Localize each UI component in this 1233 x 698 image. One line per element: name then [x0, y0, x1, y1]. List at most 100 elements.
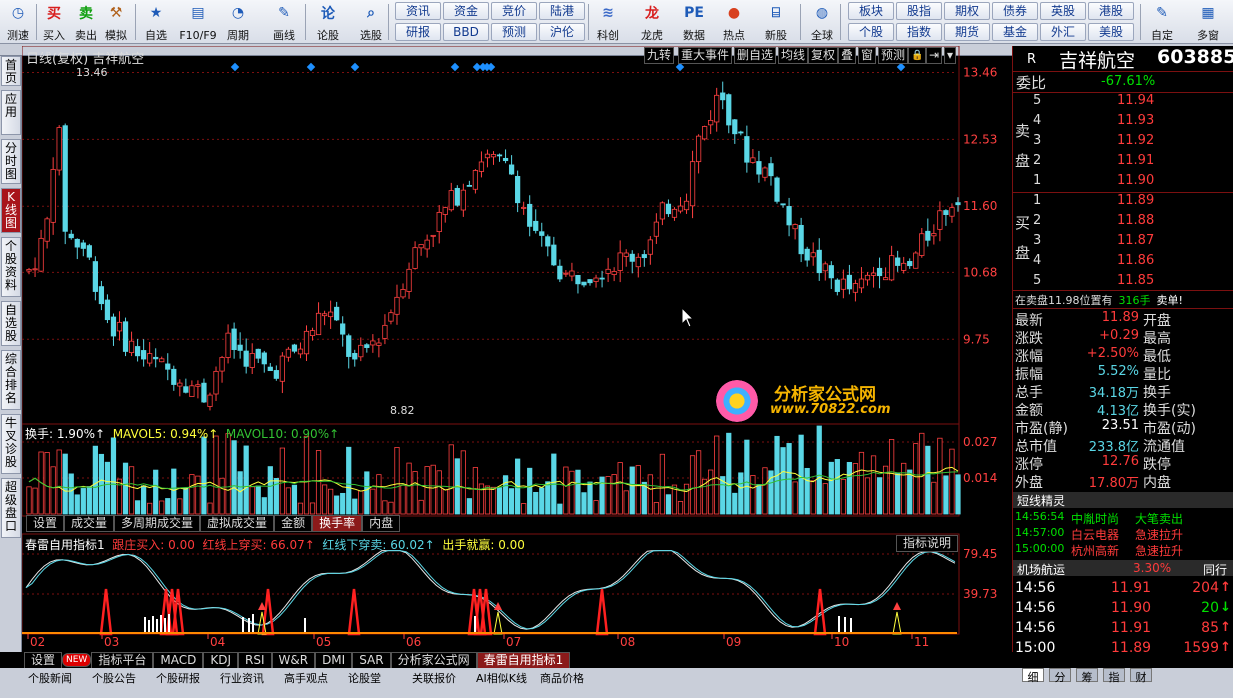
toolbar-quick-col9-0[interactable]: 英股 [1040, 2, 1086, 20]
toolbar-hammer-button[interactable]: ⚒ 模拟 [100, 2, 132, 42]
indicator-tab-10[interactable]: 春雷自用指标1 [476, 652, 571, 669]
chart-control-3[interactable]: 均线 [778, 47, 809, 64]
quote-bottom-tab-2[interactable]: 筹 [1076, 668, 1098, 684]
toolbar-quick-col4-0[interactable]: 陆港 [539, 2, 585, 20]
toolbar-quick-col4-1[interactable]: 沪伦 [539, 23, 585, 41]
kline-chart-svg[interactable]: 13.46 12.53 11.60 10.68 9.75 0.027 0.014 79.45 3… [22, 46, 1012, 652]
toolbar-pen-button[interactable]: ✎ 画线 [268, 2, 300, 42]
toolbar-quick-col6-0[interactable]: 股指 [896, 2, 942, 20]
chart-control-2[interactable]: 删自选 [734, 47, 777, 64]
short-name[interactable]: 杭州高新 [1071, 542, 1119, 559]
indicator-help-button[interactable]: 指标说明 [896, 535, 959, 552]
buy-price[interactable]: 11.88 [1117, 213, 1154, 228]
quote-bottom-tab-3[interactable]: 指 [1103, 668, 1125, 684]
sell-price[interactable]: 11.92 [1117, 133, 1154, 148]
indicator-tab-4[interactable]: KDJ [203, 652, 238, 669]
left-tab-3[interactable]: K线图 [1, 188, 21, 233]
toolbar-search-button[interactable]: ⌕ 选股 [355, 2, 387, 42]
toolbar-globe-button[interactable]: ◍ 全球 [806, 2, 838, 42]
toolbar-quick-col8-1[interactable]: 基金 [992, 23, 1038, 41]
short-name[interactable]: 白云电器 [1071, 526, 1119, 543]
kline-chart-area[interactable]: 13.46 12.53 11.60 10.68 9.75 0.027 0.014 79.45 3… [22, 46, 1012, 652]
toolbar-dragon-button[interactable]: 龙龙虎 [636, 2, 668, 42]
quote-bottom-tab-4[interactable]: 财 [1130, 668, 1152, 684]
quote-bottom-tab-0[interactable]: 细 [1022, 668, 1044, 684]
toolbar-quick-col5-0[interactable]: 板块 [848, 2, 894, 20]
sector-name[interactable]: 机场航运 [1017, 561, 1065, 578]
toolbar-clock-button[interactable]: ◷ 测速 [2, 2, 34, 42]
toolbar-f10-button[interactable]: ▤ F10/F9 [178, 2, 218, 42]
toolbar-period-button[interactable]: ◔ 周期 [222, 2, 254, 42]
left-tab-2[interactable]: 分时图 [1, 139, 21, 184]
toolbar-quick-col10-0[interactable]: 港股 [1088, 2, 1134, 20]
sector-tail[interactable]: 同行 [1203, 561, 1227, 578]
left-tab-1[interactable]: 应用 [1, 90, 21, 135]
bottom-news-tab-7[interactable]: AI相似K线 [476, 670, 527, 685]
indicator-tab-0[interactable]: 设置 [24, 652, 63, 669]
left-tab-0[interactable]: 首页 [1, 56, 21, 86]
toolbar-hot-button[interactable]: ● 热点 [718, 2, 750, 42]
toolbar-quick-col5-1[interactable]: 个股 [848, 23, 894, 41]
toolbar-buy-button[interactable]: 买买入 [38, 2, 70, 42]
exit-icon[interactable]: ⇥ [926, 47, 943, 64]
sell-price[interactable]: 11.93 [1117, 113, 1154, 128]
buy-price[interactable]: 11.86 [1117, 253, 1154, 268]
chart-control-7[interactable]: 预测 [878, 47, 909, 64]
toolbar-sell-button[interactable]: 卖卖出 [70, 2, 102, 42]
chart-control-5[interactable]: 叠 [838, 47, 857, 64]
short-name[interactable]: 中胤时尚 [1071, 510, 1119, 527]
left-tab-5[interactable]: 自选股 [1, 301, 21, 346]
toolbar-quick-col1-0[interactable]: 资讯 [395, 2, 441, 20]
buy-price[interactable]: 11.87 [1117, 233, 1154, 248]
toolbar-multiwindow-button[interactable]: ▦ 多窗 [1192, 2, 1224, 42]
toolbar-quick-col10-1[interactable]: 美股 [1088, 23, 1134, 41]
indicator-tab-5[interactable]: RSI [238, 652, 272, 669]
indicator-tab-6[interactable]: W&R [271, 652, 316, 669]
bottom-news-tab-0[interactable]: 个股新闻 [28, 670, 72, 685]
volume-tab-5[interactable]: 换手率 [312, 515, 363, 532]
volume-tab-1[interactable]: 成交量 [64, 515, 115, 532]
toolbar-ipo-button[interactable]: ⌸ 新股 [760, 2, 792, 42]
left-tab-8[interactable]: 超级盘口 [1, 478, 21, 538]
volume-tab-3[interactable]: 虚拟成交量 [200, 515, 275, 532]
bottom-news-tab-2[interactable]: 个股研报 [156, 670, 200, 685]
toolbar-quick-col7-0[interactable]: 期权 [944, 2, 990, 20]
dropdown-icon[interactable]: ▾ [944, 47, 957, 64]
left-tab-4[interactable]: 个股资料 [1, 237, 21, 297]
volume-tab-0[interactable]: 设置 [26, 515, 65, 532]
toolbar-star-button[interactable]: ★ 自选 [140, 2, 172, 42]
bottom-news-tab-5[interactable]: 论股堂 [348, 670, 381, 685]
chart-control-1[interactable]: 重大事件 [678, 47, 733, 64]
lock-icon[interactable]: 🔒 [908, 47, 927, 64]
indicator-tab-8[interactable]: SAR [352, 652, 391, 669]
chart-control-6[interactable]: 窗 [858, 47, 877, 64]
buy-price[interactable]: 11.85 [1117, 273, 1154, 288]
toolbar-quick-col9-1[interactable]: 外汇 [1040, 23, 1086, 41]
indicator-tab-7[interactable]: DMI [315, 652, 353, 669]
toolbar-discuss-button[interactable]: 论论股 [312, 2, 344, 42]
chart-control-4[interactable]: 复权 [808, 47, 839, 64]
indicator-tab-3[interactable]: MACD [153, 652, 204, 669]
sell-price[interactable]: 11.91 [1117, 153, 1154, 168]
volume-tab-2[interactable]: 多周期成交量 [114, 515, 201, 532]
bottom-news-tab-1[interactable]: 个股公告 [92, 670, 136, 685]
toolbar-quick-col2-0[interactable]: 资金 [443, 2, 489, 20]
toolbar-quick-col1-1[interactable]: 研报 [395, 23, 441, 41]
volume-tab-4[interactable]: 金额 [274, 515, 313, 532]
sell-price[interactable]: 11.94 [1117, 93, 1154, 108]
quote-bottom-tab-1[interactable]: 分 [1049, 668, 1071, 684]
bottom-news-tab-6[interactable]: 关联报价 [412, 670, 456, 685]
indicator-tab-2[interactable]: 指标平台 [91, 652, 154, 669]
sell-price[interactable]: 11.90 [1117, 173, 1154, 188]
volume-tab-6[interactable]: 内盘 [362, 515, 401, 532]
left-tab-6[interactable]: 综合排名 [1, 350, 21, 410]
toolbar-quick-col2-1[interactable]: BBD [443, 23, 489, 41]
toolbar-kechuang-button[interactable]: ≋ 科创 [592, 2, 624, 42]
toolbar-quick-col7-1[interactable]: 期货 [944, 23, 990, 41]
toolbar-pe-button[interactable]: PE 数据 [678, 2, 710, 42]
toolbar-quick-col8-0[interactable]: 债券 [992, 2, 1038, 20]
chart-control-0[interactable]: 九转 [644, 47, 675, 64]
indicator-tab-9[interactable]: 分析家公式网 [390, 652, 477, 669]
bottom-news-tab-3[interactable]: 行业资讯 [220, 670, 264, 685]
toolbar-quick-col6-1[interactable]: 指数 [896, 23, 942, 41]
